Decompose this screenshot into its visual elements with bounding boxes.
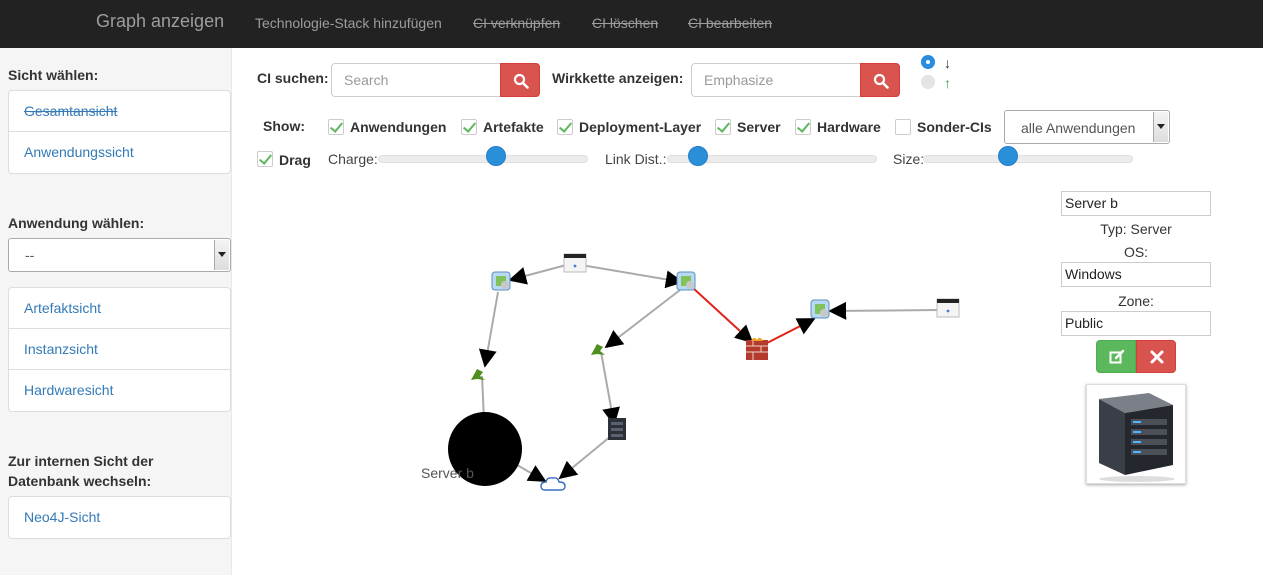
os-input[interactable]: Windows bbox=[1061, 262, 1211, 287]
node-name-input[interactable]: Server b bbox=[1061, 191, 1211, 216]
edit-icon bbox=[1109, 349, 1125, 364]
graph-edge-highlighted bbox=[764, 318, 816, 345]
application-node-icon[interactable] bbox=[810, 299, 830, 319]
graph-edge bbox=[828, 301, 939, 320]
node-type-text: Typ: Server bbox=[1100, 221, 1172, 237]
graph-edge bbox=[478, 291, 499, 368]
server-tower-icon bbox=[1099, 393, 1175, 482]
cancel-button[interactable] bbox=[1136, 340, 1176, 373]
ci-graph[interactable]: Server b bbox=[0, 0, 1263, 575]
graph-edge bbox=[558, 435, 612, 480]
artifact-node-icon[interactable] bbox=[471, 369, 485, 380]
zone-label: Zone: bbox=[1118, 293, 1154, 309]
application-node-icon[interactable] bbox=[676, 271, 696, 291]
zone-input[interactable]: Public bbox=[1061, 311, 1211, 336]
hardware-node-icon[interactable] bbox=[563, 253, 587, 273]
server-image bbox=[1086, 384, 1186, 484]
hardware-node-icon[interactable] bbox=[936, 298, 960, 318]
application-node-icon[interactable] bbox=[491, 271, 511, 291]
graph-edge bbox=[600, 351, 620, 426]
graph-edge bbox=[574, 263, 684, 289]
firewall-node-icon[interactable] bbox=[746, 337, 768, 360]
graph-edge-highlighted bbox=[692, 287, 754, 344]
selected-node-label: Server b bbox=[421, 465, 474, 481]
artifact-node-icon[interactable] bbox=[591, 344, 605, 355]
server-node-icon[interactable] bbox=[608, 418, 626, 440]
graph-edge bbox=[508, 263, 571, 285]
close-icon bbox=[1150, 350, 1164, 364]
graph-edge bbox=[516, 464, 547, 482]
os-label: OS: bbox=[1123, 244, 1149, 260]
graph-edge bbox=[604, 289, 681, 349]
save-button[interactable] bbox=[1096, 340, 1136, 373]
